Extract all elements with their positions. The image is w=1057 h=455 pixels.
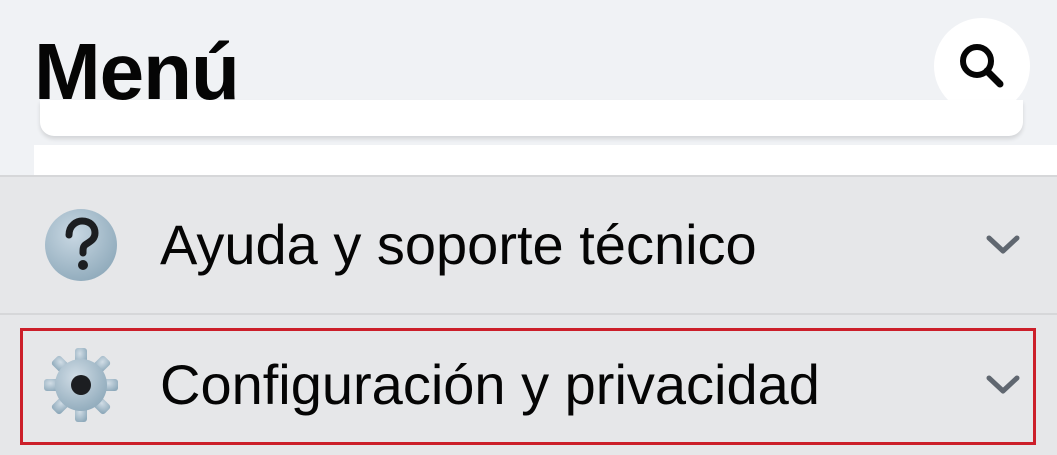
chevron-down-icon xyxy=(986,235,1020,254)
section-label-help: Ayuda y soporte técnico xyxy=(160,213,757,276)
shortcuts-card-edge xyxy=(40,100,1023,136)
question-mark-icon xyxy=(45,209,117,281)
chevron-down-icon xyxy=(986,375,1020,394)
gear-icon xyxy=(44,348,118,422)
search-icon xyxy=(960,44,1004,88)
section-help-support[interactable]: Ayuda y soporte técnico xyxy=(0,175,1057,313)
section-label-settings: Configuración y privacidad xyxy=(160,353,820,416)
divider-strip xyxy=(34,145,1057,175)
section-settings-privacy[interactable]: Configuración y privacidad xyxy=(0,313,1057,455)
